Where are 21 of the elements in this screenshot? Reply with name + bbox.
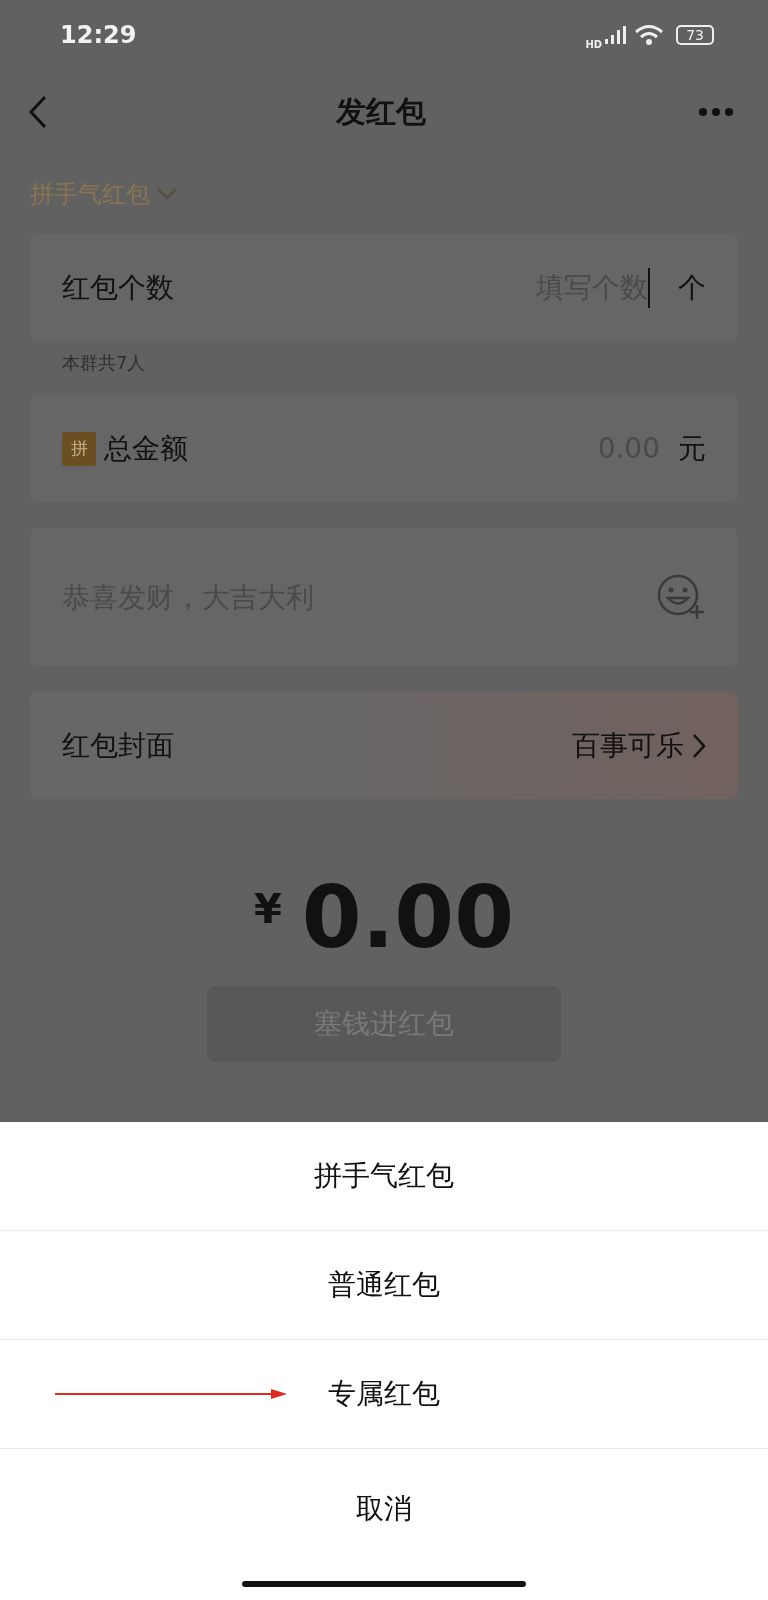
chevron-right-icon [692,732,706,759]
back-icon[interactable] [28,95,48,129]
total-amount: 0.00 [301,874,514,960]
count-unit: 个 [678,269,706,306]
currency-symbol: ¥ [254,886,282,932]
chevron-down-icon [156,187,178,201]
status-time: 12:29 [60,21,137,49]
cover-value: 百事可乐 [572,727,684,764]
emoji-add-icon[interactable] [656,573,706,621]
battery-indicator: 73 [676,25,714,45]
cover-label: 红包封面 [62,727,174,764]
amount-label: 总金额 [104,430,188,467]
more-icon[interactable] [698,107,734,117]
lucky-badge: 拼 [62,431,96,466]
text-cursor [648,267,650,308]
network-label: HD [585,38,603,50]
wifi-icon [634,24,665,46]
amount-unit: 元 [678,430,706,467]
page-title: 发红包 [336,92,426,131]
count-label: 红包个数 [62,269,174,306]
signal-icon [604,25,629,45]
